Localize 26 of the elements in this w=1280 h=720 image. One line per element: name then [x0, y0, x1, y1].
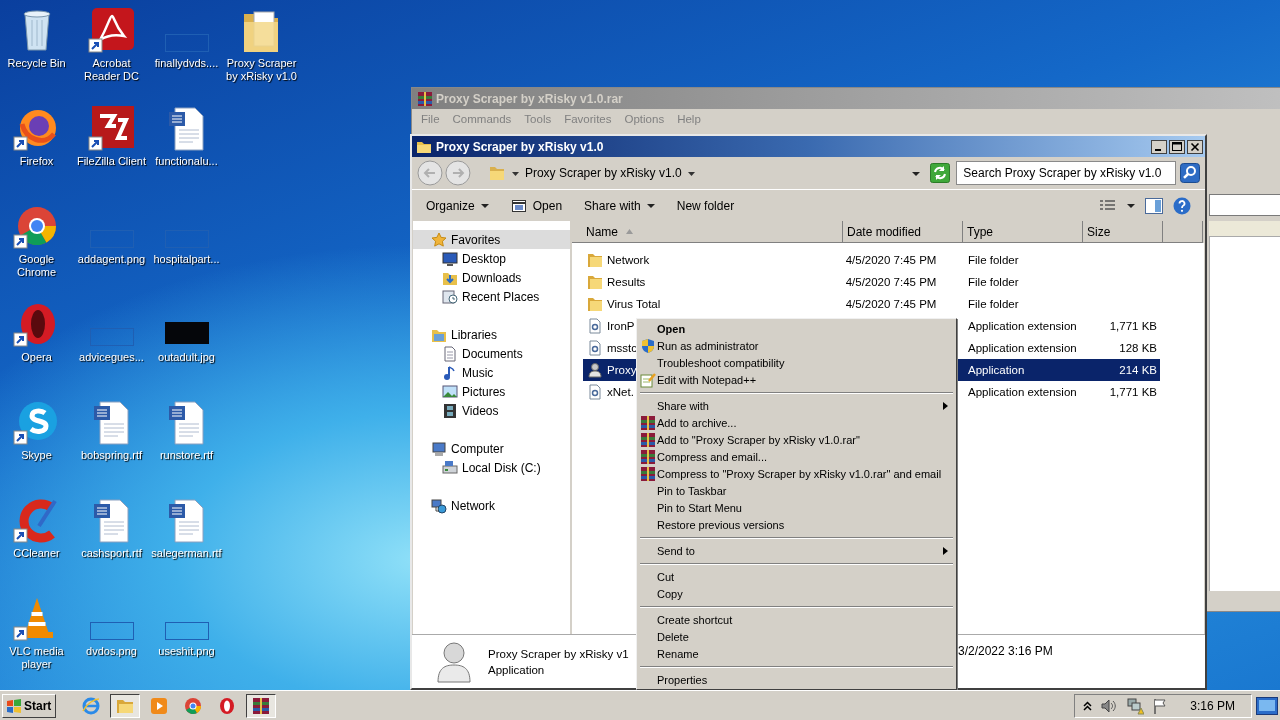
file-type: File folder — [968, 298, 1019, 310]
file-name: Results — [607, 276, 646, 288]
file-type: Application — [968, 364, 1025, 376]
file-size: 128 KB — [1119, 342, 1157, 354]
file-type: Application extension — [968, 342, 1077, 354]
file-type: File folder — [968, 276, 1019, 288]
date-modified: 4/5/2020 7:45 PM — [845, 254, 937, 266]
file-size: 1,771 KB — [1109, 320, 1157, 332]
date-modified: 4/5/2020 7:45 PM — [845, 298, 937, 310]
file-name: IronP — [607, 320, 635, 332]
file-name: Virus Total — [607, 298, 661, 310]
file-type: File folder — [968, 254, 1019, 266]
file-name: msstc — [607, 342, 638, 354]
file-size: 1,771 KB — [1109, 386, 1157, 398]
file-name: Proxy Scraper by xRisky v1 — [488, 647, 629, 660]
date-modified: 4/5/2020 7:45 PM — [845, 276, 937, 288]
file-type: Application extension — [968, 386, 1077, 398]
window-title: Proxy Scraper by xRisky v1.0.rar — [436, 91, 623, 106]
window-title: Proxy Scraper by xRisky v1.0 — [436, 139, 605, 154]
file-name: Proxy — [607, 364, 637, 376]
date-modified: 3/2/2022 3:16 PM — [958, 644, 1053, 658]
file-type: Application — [488, 663, 545, 676]
file-name: xNet. — [607, 386, 634, 398]
file-type: Application extension — [968, 320, 1077, 332]
file-size: 214 KB — [1119, 364, 1157, 376]
file-name: Network — [607, 254, 650, 266]
